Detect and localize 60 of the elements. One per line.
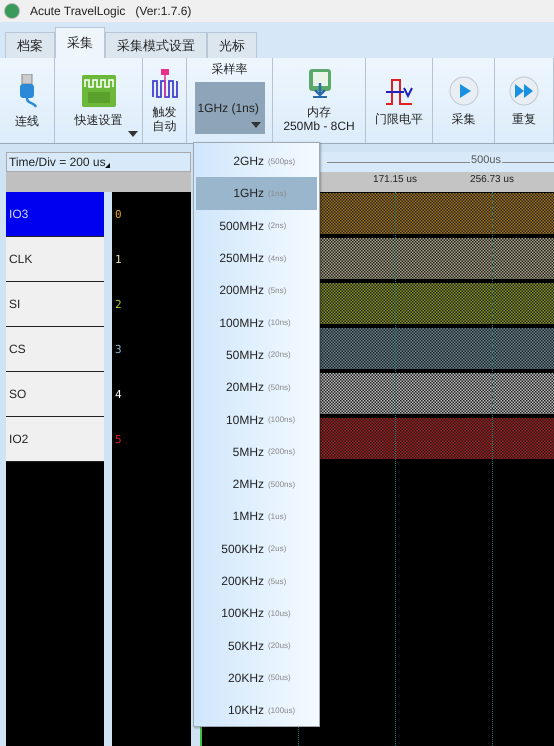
menu-item[interactable]: 100MHz (10ns) — [196, 306, 317, 339]
tab[interactable]: 采集 — [55, 27, 105, 58]
ribbon-label: 采样率 — [212, 62, 248, 76]
menu-item[interactable]: 100KHz (10us) — [196, 597, 317, 630]
menu-item[interactable]: 2GHz (500ps) — [196, 145, 317, 178]
ribbon-label: 连线 — [15, 114, 39, 128]
menu-item[interactable]: 2MHz (500ns) — [196, 468, 317, 500]
menu-item[interactable]: 50MHz (20ns) — [196, 338, 317, 372]
menu-item[interactable]: 20KHz (50us) — [196, 662, 317, 694]
menu-item[interactable]: 50KHz (20us) — [196, 629, 317, 662]
menu-item[interactable]: 250MHz (4ns) — [196, 242, 317, 274]
channel-name[interactable]: SI — [6, 282, 104, 327]
menu-item[interactable]: 200KHz (5us) — [196, 564, 317, 598]
trigger-icon — [150, 68, 178, 98]
channel-index: 0 — [115, 208, 122, 221]
ribbon-button[interactable]: 采集 — [433, 58, 495, 143]
time-tick-label: 256.73 us — [470, 174, 514, 185]
tab[interactable]: 档案 — [5, 32, 55, 58]
version-label: (Ver:1.7.6) — [135, 4, 192, 18]
ribbon-button[interactable]: 门限电平 — [366, 58, 433, 143]
menu-item[interactable]: 1MHz (1us) — [196, 500, 317, 533]
channel-name[interactable]: CLK — [6, 237, 104, 282]
time-span-label: 500us — [470, 154, 502, 166]
ribbon-button[interactable]: 快速设置 — [55, 58, 143, 143]
channel-index: 1 — [115, 253, 122, 266]
channel-index: 4 — [115, 388, 122, 401]
ribbon-label: 重复 — [512, 112, 536, 126]
app-logo-icon — [4, 3, 20, 19]
play-icon — [448, 76, 478, 106]
channel-name[interactable]: CS — [6, 327, 104, 372]
channel-index: 3 — [115, 343, 122, 356]
time-div-selector[interactable]: Time/Div = 200 us — [6, 152, 191, 172]
menu-item[interactable]: 500KHz (2us) — [196, 532, 317, 565]
ribbon-label: 采集 — [452, 112, 476, 126]
bus-signal-icon — [82, 74, 116, 106]
menu-item[interactable]: 20MHz (50ns) — [196, 371, 317, 404]
ribbon-label: 快速设置 — [74, 112, 122, 126]
menu-item[interactable]: 5MHz (200ns) — [196, 436, 317, 468]
tab[interactable]: 光标 — [207, 32, 257, 58]
channel-index: 2 — [115, 298, 122, 311]
sample-rate-dropdown[interactable]: 1GHz (1ns) — [194, 82, 264, 134]
ribbon-button[interactable]: 连线 — [0, 58, 55, 143]
ribbon-label: 内存 250Mb - 8CH — [283, 104, 355, 132]
channel-name[interactable]: SO — [6, 372, 104, 417]
menu-item[interactable]: 200MHz (5ns) — [196, 274, 317, 306]
fast-forward-icon — [509, 76, 539, 106]
ribbon-button[interactable]: 重复 — [495, 58, 554, 143]
ribbon-label: 门限电平 — [375, 112, 423, 126]
menu-item[interactable]: 10MHz (100ns) — [196, 403, 317, 436]
tab[interactable]: 采集模式设置 — [105, 32, 207, 58]
menu-item[interactable]: 1GHz (1ns) — [196, 177, 317, 210]
ribbon-label: 触发 自动 — [152, 104, 176, 132]
channel-name[interactable]: IO2 — [6, 417, 104, 462]
menu-item[interactable]: 500MHz (2ns) — [196, 210, 317, 242]
time-tick-label: 171.15 us — [373, 174, 417, 185]
window-title: Acute TravelLogic — [30, 4, 126, 18]
channel-name[interactable]: IO3 — [6, 192, 104, 237]
menu-item[interactable]: 10KHz (100us) — [196, 694, 317, 726]
channel-index: 5 — [115, 433, 122, 446]
ribbon-button[interactable]: 触发 自动 — [143, 58, 187, 143]
